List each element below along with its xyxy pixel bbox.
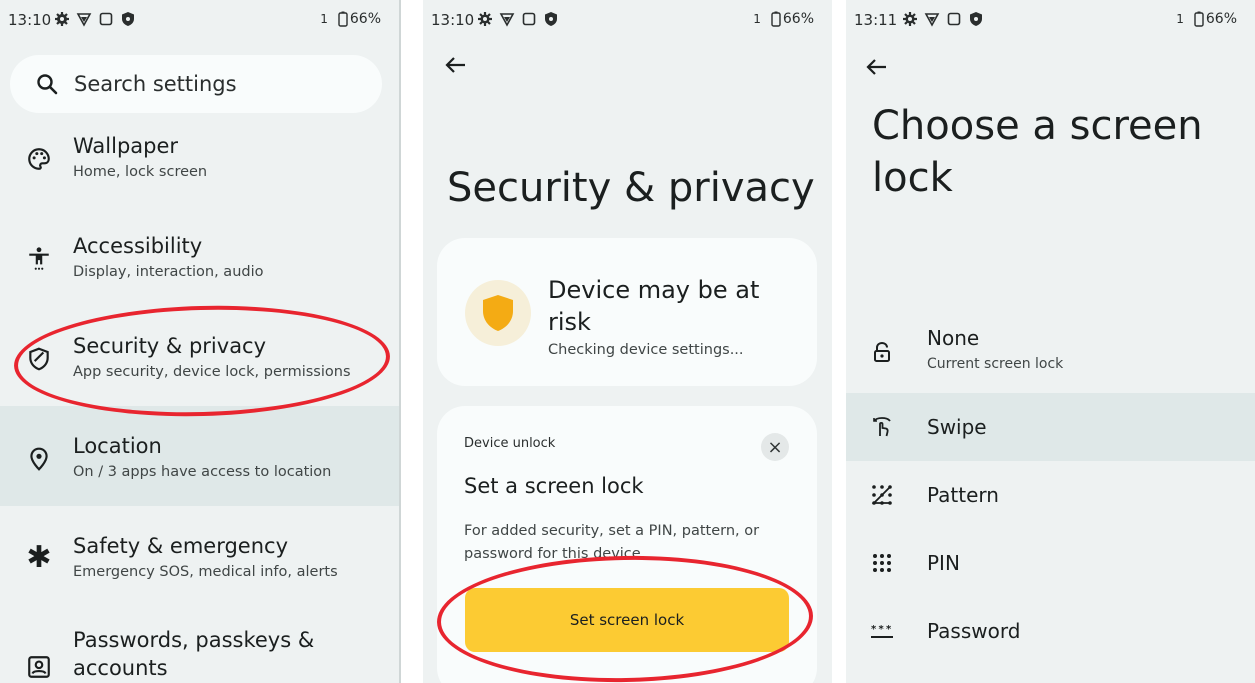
search-icon — [37, 74, 58, 95]
card-body: For added security, set a PIN, pattern, … — [464, 523, 760, 539]
warning-shield-badge — [465, 280, 531, 346]
risk-subtitle: Checking device settings... — [548, 342, 744, 358]
item-subtitle: Emergency SOS, medical info, alerts — [73, 564, 338, 580]
item-subtitle: Home, lock screen — [73, 164, 208, 180]
item-subtitle: On / 3 apps have access to location — [73, 464, 332, 480]
battery-icon — [771, 11, 781, 27]
password-icon: * * * — [871, 624, 893, 638]
card-label: Device unlock — [464, 436, 556, 451]
status-time: 13:10 — [8, 11, 52, 29]
lock-option-swipe[interactable]: Swipe — [846, 393, 1255, 461]
card-body-line2: password for this device. — [464, 546, 646, 562]
risk-status-card[interactable]: Device may be at risk Checking device se… — [437, 238, 817, 386]
option-title: Password — [927, 619, 1021, 643]
asterisk-icon: ✱ — [26, 539, 52, 575]
shield-status-icon — [122, 12, 134, 26]
option-title: None — [927, 326, 980, 350]
settings-item-passwords[interactable]: Passwords, passkeys & accounts — [0, 606, 401, 683]
sim-indicator: 1 — [320, 12, 328, 26]
page-title-line2: lock — [872, 155, 953, 201]
gear-icon — [55, 12, 69, 26]
lock-option-pin[interactable]: PIN — [846, 529, 1255, 597]
settings-screen: 13:10 1 66% Search settings Wallpaper Ho… — [0, 0, 401, 683]
sim-indicator: 1 — [753, 12, 761, 26]
risk-title-line2: risk — [548, 308, 591, 336]
status-time: 13:11 — [854, 11, 898, 29]
item-subtitle: App security, device lock, permissions — [73, 364, 351, 380]
battery-icon — [1194, 11, 1204, 27]
close-icon: × — [767, 436, 783, 458]
pattern-icon — [871, 485, 892, 505]
choose-screen-lock-screen: 13:11 1 66% Choose a screen lock None Cu… — [846, 0, 1255, 683]
settings-item-accessibility[interactable]: Accessibility Display, interaction, audi… — [0, 222, 401, 322]
card-title: Set a screen lock — [464, 474, 644, 498]
battery-icon — [338, 11, 348, 27]
risk-title: Device may be at — [548, 276, 760, 304]
shield-status-icon — [545, 12, 557, 26]
page-title: Security & privacy — [447, 165, 815, 211]
battery-percent: 66% — [349, 11, 381, 27]
square-icon — [522, 12, 536, 26]
option-title: PIN — [927, 551, 960, 575]
gear-icon — [903, 12, 917, 26]
status-bar: 13:10 1 66% — [0, 0, 401, 40]
page-title: Choose a screen lock — [872, 100, 1203, 204]
close-button[interactable]: × — [761, 433, 789, 461]
item-title: Location — [73, 434, 162, 458]
accessibility-icon — [29, 247, 49, 270]
option-title: Pattern — [927, 483, 999, 507]
panel-separator — [832, 0, 846, 683]
account-box-icon — [28, 656, 50, 678]
vpn-icon — [499, 13, 515, 27]
status-time: 13:10 — [431, 11, 475, 29]
status-bar: 13:11 1 66% — [846, 0, 1255, 40]
item-title: Security & privacy — [73, 334, 267, 358]
battery-percent: 66% — [1205, 11, 1237, 27]
svg-text:*: * — [879, 624, 885, 635]
gear-icon — [478, 12, 492, 26]
shield-icon — [29, 347, 49, 371]
page-title-line1: Choose a screen — [872, 103, 1203, 149]
lock-option-pattern[interactable]: Pattern — [846, 461, 1255, 529]
item-title: Passwords, passkeys & — [73, 628, 315, 652]
svg-text:*: * — [886, 624, 892, 635]
item-title-line2: accounts — [73, 656, 168, 680]
sim-indicator: 1 — [1176, 12, 1184, 26]
vpn-icon — [76, 13, 92, 27]
security-privacy-screen: 13:10 1 66% Security & privacy Device ma… — [423, 0, 832, 683]
lock-option-none[interactable]: None Current screen lock — [846, 314, 1255, 392]
search-bar[interactable]: Search settings — [10, 55, 382, 113]
set-screen-lock-button[interactable]: Set screen lock — [465, 588, 789, 652]
square-icon — [99, 12, 113, 26]
square-icon — [947, 12, 961, 26]
svg-text:*: * — [871, 624, 877, 635]
settings-item-safety[interactable]: ✱ Safety & emergency Emergency SOS, medi… — [0, 506, 401, 606]
item-title: Accessibility — [73, 234, 203, 258]
settings-item-wallpaper[interactable]: Wallpaper Home, lock screen — [0, 122, 401, 222]
option-subtitle: Current screen lock — [927, 356, 1064, 372]
status-icons — [902, 11, 984, 27]
lock-option-password[interactable]: * * * Password — [846, 597, 1255, 665]
palette-icon — [28, 148, 50, 170]
search-placeholder: Search settings — [74, 72, 237, 96]
item-title: Safety & emergency — [73, 534, 288, 558]
swipe-icon — [873, 417, 891, 437]
back-arrow-icon[interactable] — [864, 54, 890, 80]
vpn-icon — [924, 13, 940, 27]
back-arrow-icon[interactable] — [443, 52, 469, 78]
shield-icon — [483, 295, 513, 331]
lock-icon — [874, 341, 890, 362]
status-icons — [54, 11, 136, 27]
location-pin-icon — [30, 447, 48, 471]
item-title: Wallpaper — [73, 134, 179, 158]
item-subtitle: Display, interaction, audio — [73, 264, 264, 280]
status-icons — [477, 11, 559, 27]
panel-separator — [401, 0, 423, 683]
option-title: Swipe — [927, 415, 987, 439]
status-bar: 13:10 1 66% — [423, 0, 832, 40]
settings-item-location[interactable]: Location On / 3 apps have access to loca… — [0, 406, 401, 506]
pin-dots-icon — [873, 554, 891, 572]
shield-status-icon — [970, 12, 982, 26]
battery-percent: 66% — [782, 11, 814, 27]
